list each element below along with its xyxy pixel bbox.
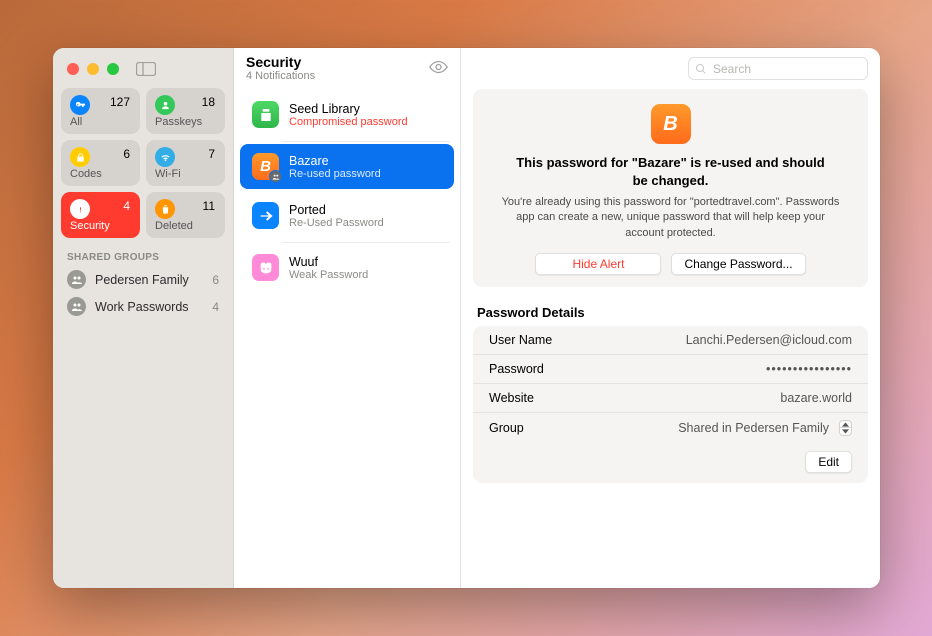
item-name: Bazare — [289, 154, 381, 168]
group-count: 6 — [212, 273, 219, 287]
alert-icon — [70, 199, 90, 219]
passwords-window: 127 All 18 Passkeys 6 Codes — [53, 48, 880, 588]
detail-row-website[interactable]: Website bazare.world — [473, 383, 868, 412]
search-icon — [695, 62, 707, 80]
group-value: Shared in Pedersen Family — [678, 421, 829, 435]
item-note: Re-used password — [289, 168, 381, 180]
username-label: User Name — [489, 333, 552, 347]
sidebar-cat-all[interactable]: 127 All — [61, 88, 140, 134]
detail-row-password[interactable]: Password •••••••••••••••• — [473, 354, 868, 383]
cat-count: 4 — [123, 199, 130, 213]
website-value: bazare.world — [780, 391, 852, 405]
divider — [282, 141, 450, 142]
password-details-block: User Name Lanchi.Pedersen@icloud.com Pas… — [473, 326, 868, 483]
group-avatar-icon — [67, 270, 86, 289]
cat-count: 11 — [203, 199, 215, 213]
shared-group-pedersen[interactable]: Pedersen Family 6 — [53, 266, 233, 293]
password-label: Password — [489, 362, 544, 376]
list-item-bazare[interactable]: B Bazare Re-used password — [240, 144, 454, 189]
item-note: Weak Password — [289, 269, 368, 281]
password-value: •••••••••••••••• — [766, 362, 852, 376]
item-name: Seed Library — [289, 102, 408, 116]
app-icon — [252, 254, 279, 281]
sidebar-cat-deleted[interactable]: 11 Deleted — [146, 192, 225, 238]
group-label: Group — [489, 421, 524, 435]
app-icon: B — [252, 153, 279, 180]
sidebar: 127 All 18 Passkeys 6 Codes — [53, 48, 234, 588]
list-item-ported[interactable]: Ported Re-Used Password — [240, 193, 454, 238]
eye-icon — [429, 60, 448, 74]
minimize-window-button[interactable] — [87, 63, 99, 75]
chevron-up-icon — [840, 421, 851, 428]
alert-body: You're already using this password for "… — [489, 195, 852, 253]
chevron-down-icon — [840, 428, 851, 435]
shared-groups-header: SHARED GROUPS — [53, 248, 233, 266]
security-alert-card: B This password for "Bazare" is re-used … — [473, 89, 868, 287]
cat-count: 6 — [123, 147, 130, 161]
app-icon — [252, 101, 279, 128]
window-controls — [53, 48, 233, 88]
bazare-logo-letter: B — [663, 113, 677, 136]
search-input[interactable] — [688, 57, 868, 80]
cat-label: Security — [70, 220, 110, 232]
list-item-seed-library[interactable]: Seed Library Compromised password — [240, 92, 454, 137]
detail-row-group[interactable]: Group Shared in Pedersen Family — [473, 412, 868, 443]
cat-count: 18 — [202, 95, 215, 109]
list-item-wuuf[interactable]: Wuuf Weak Password — [240, 245, 454, 290]
group-label: Work Passwords — [95, 300, 189, 314]
sidebar-cat-codes[interactable]: 6 Codes — [61, 140, 140, 186]
fullscreen-window-button[interactable] — [107, 63, 119, 75]
security-list-column: Security 4 Notifications Seed Library Co… — [234, 48, 461, 588]
cat-count: 7 — [208, 147, 215, 161]
reveal-passwords-button[interactable] — [429, 55, 448, 82]
password-details-header: Password Details — [461, 287, 880, 326]
username-value: Lanchi.Pedersen@icloud.com — [686, 333, 852, 347]
website-label: Website — [489, 391, 534, 405]
edit-button[interactable]: Edit — [805, 451, 852, 473]
divider — [282, 242, 450, 243]
toggle-sidebar-button[interactable] — [133, 60, 159, 78]
search-field-wrapper — [688, 57, 868, 80]
cat-count: 127 — [110, 95, 130, 109]
detail-row-username[interactable]: User Name Lanchi.Pedersen@icloud.com — [473, 326, 868, 354]
item-name: Wuuf — [289, 255, 368, 269]
key-icon — [70, 95, 90, 115]
cat-label: Deleted — [155, 220, 193, 232]
cat-label: All — [70, 116, 82, 128]
detail-pane: B This password for "Bazare" is re-used … — [461, 48, 880, 588]
sidebar-cat-security[interactable]: 4 Security — [61, 192, 140, 238]
group-count: 4 — [212, 300, 219, 314]
change-password-button[interactable]: Change Password... — [671, 253, 805, 275]
trash-icon — [155, 199, 175, 219]
list-subtitle: 4 Notifications — [246, 70, 429, 82]
shared-group-work[interactable]: Work Passwords 4 — [53, 293, 233, 320]
lock-icon — [70, 147, 90, 167]
cat-label: Wi-Fi — [155, 168, 181, 180]
shared-badge-icon — [269, 170, 282, 183]
hide-alert-button[interactable]: Hide Alert — [535, 253, 661, 275]
group-select-stepper[interactable] — [839, 420, 852, 436]
list-title: Security — [246, 55, 429, 70]
wifi-icon — [155, 147, 175, 167]
cat-label: Passkeys — [155, 116, 202, 128]
person-key-icon — [155, 95, 175, 115]
item-name: Ported — [289, 203, 384, 217]
sidebar-cat-passkeys[interactable]: 18 Passkeys — [146, 88, 225, 134]
cat-label: Codes — [70, 168, 102, 180]
sidebar-icon — [136, 62, 156, 76]
app-icon-large: B — [651, 104, 691, 144]
item-note: Re-Used Password — [289, 217, 384, 229]
group-label: Pedersen Family — [95, 273, 189, 287]
close-window-button[interactable] — [67, 63, 79, 75]
app-icon — [252, 202, 279, 229]
item-note: Compromised password — [289, 116, 408, 128]
group-avatar-icon — [67, 297, 86, 316]
alert-title: This password for "Bazare" is re-used an… — [489, 154, 852, 195]
sidebar-cat-wifi[interactable]: 7 Wi-Fi — [146, 140, 225, 186]
